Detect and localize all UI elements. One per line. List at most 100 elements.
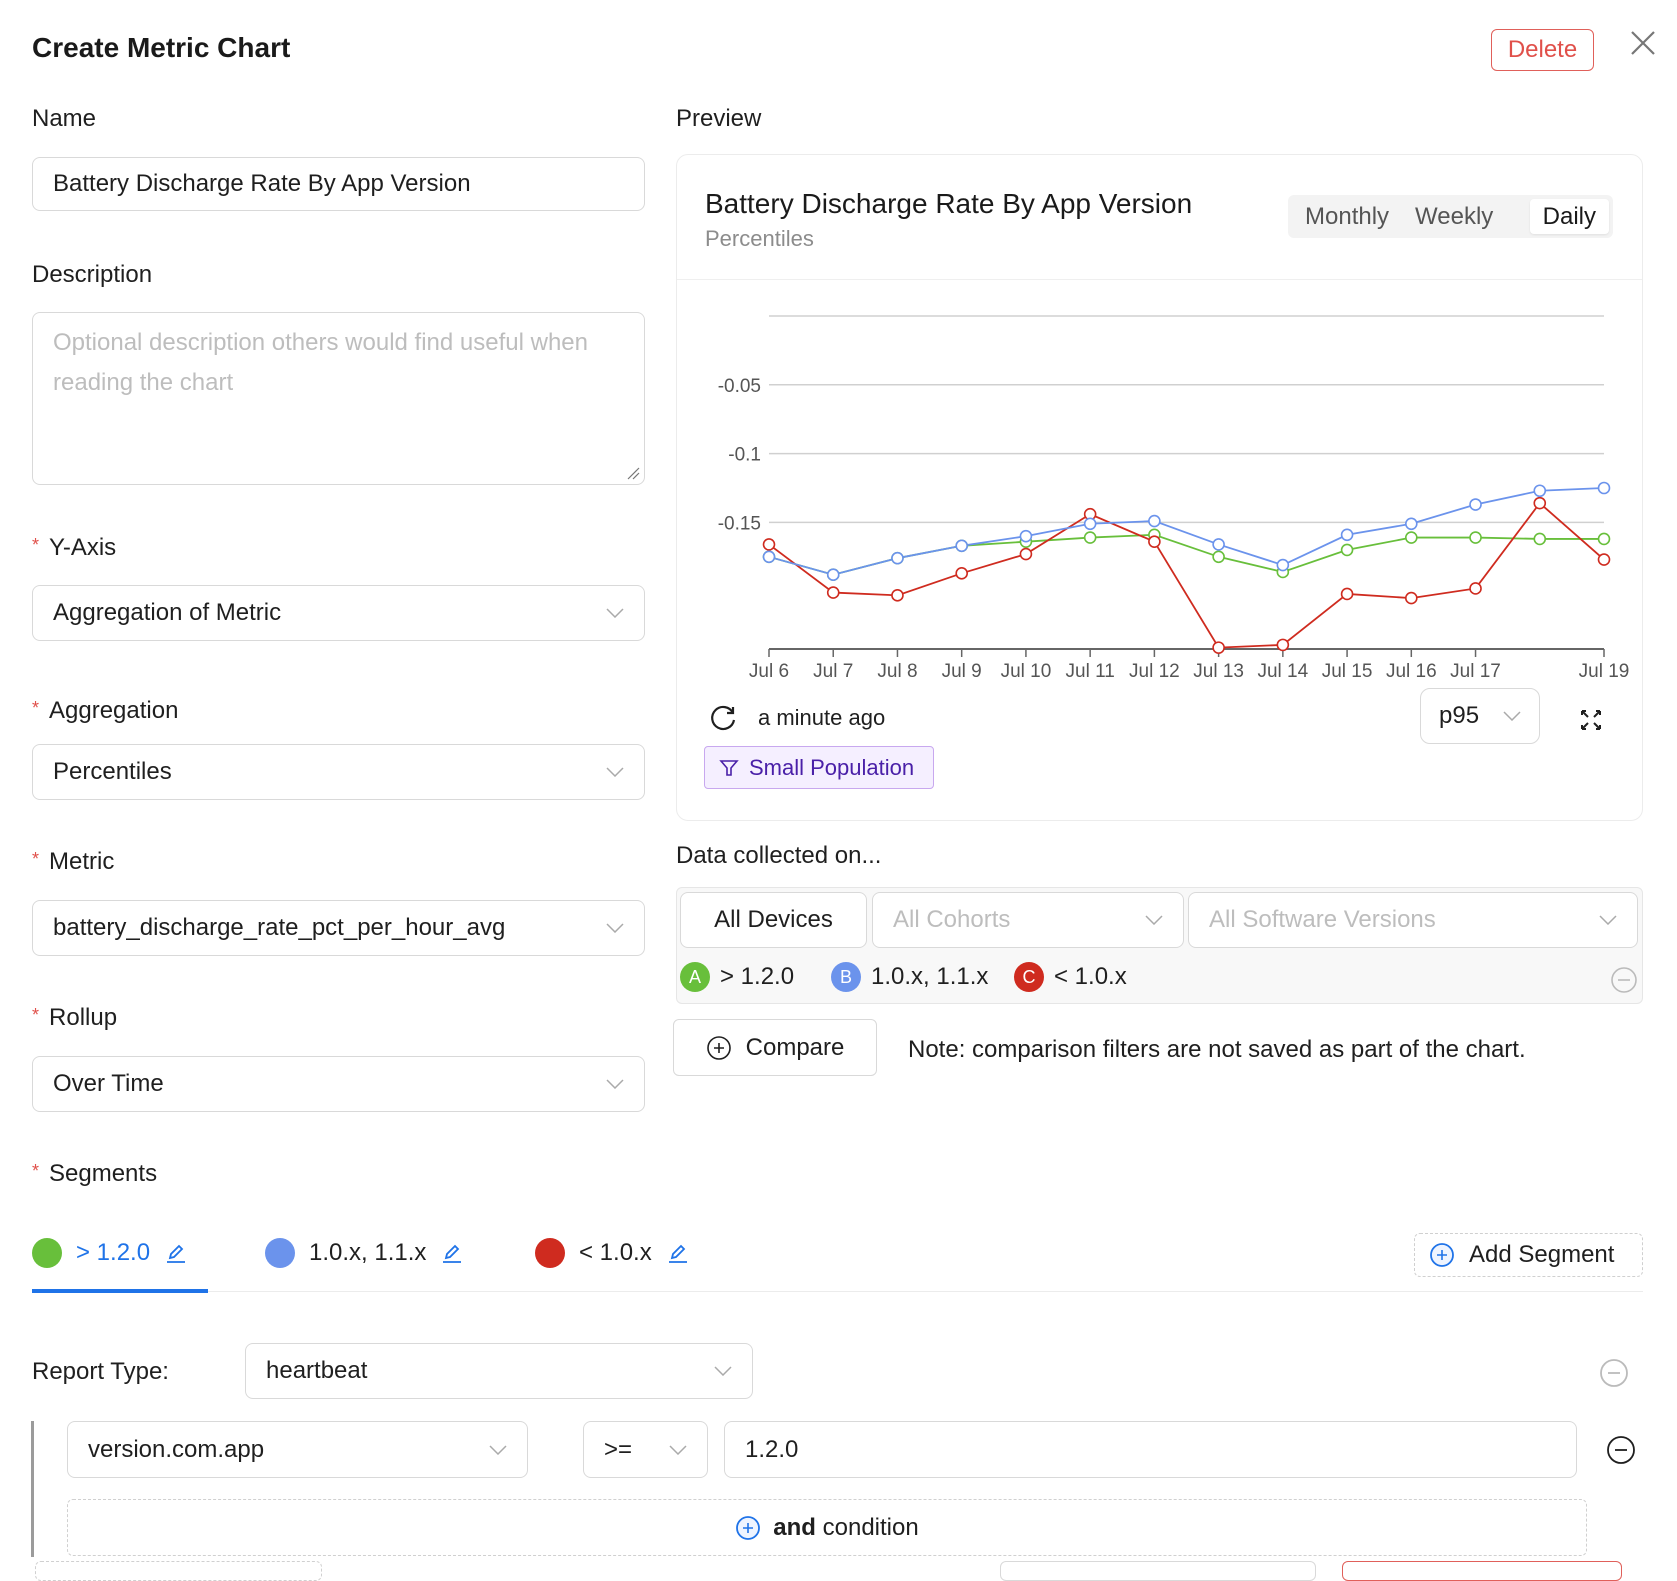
segment-tab-2[interactable]: 1.0.x, 1.1.x (265, 1236, 464, 1270)
x-tick-label: Jul 17 (1450, 661, 1501, 682)
granularity-weekly[interactable]: Weekly (1402, 199, 1506, 234)
data-point (1083, 517, 1097, 531)
clipped-button-left[interactable] (35, 1561, 322, 1581)
chevron-down-icon (606, 767, 624, 777)
granularity-daily[interactable]: Daily (1529, 199, 1609, 234)
data-point (1148, 514, 1161, 528)
data-collected-label: Data collected on... (676, 842, 882, 869)
line-chart: -0.05 -0.1 -0.15 Jul 6 Jul 7 Jul 8 Jul 9 Jul 10… (718, 315, 1629, 682)
delete-button[interactable]: Delete (1491, 29, 1594, 71)
all-devices-button[interactable]: All Devices (680, 892, 867, 948)
add-segment-button[interactable]: Add Segment (1414, 1233, 1643, 1277)
refresh-button[interactable] (708, 702, 740, 734)
rollup-select[interactable]: Over Time (32, 1056, 645, 1112)
data-point (762, 538, 776, 551)
data-point (891, 551, 904, 565)
chevron-down-icon (606, 608, 624, 618)
segment-color-dot (32, 1238, 62, 1268)
close-button[interactable] (1628, 28, 1658, 58)
granularity-toggle: Monthly Weekly Daily (1288, 195, 1613, 238)
required-marker: * (32, 1005, 40, 1025)
data-point (1469, 498, 1482, 511)
data-point (1212, 550, 1225, 564)
remove-filter-icon[interactable] (1610, 966, 1638, 994)
data-point (1340, 587, 1354, 601)
legend-badge: A (680, 962, 710, 992)
chevron-down-icon (1503, 711, 1521, 721)
plus-circle-icon (736, 1515, 761, 1540)
report-type-select[interactable]: heartbeat (245, 1343, 753, 1399)
data-point (1405, 591, 1418, 605)
data-point (891, 589, 904, 602)
remove-condition-icon[interactable] (1606, 1435, 1636, 1465)
data-point (1212, 641, 1225, 654)
edit-icon[interactable] (164, 1241, 188, 1265)
chart-header-divider (677, 279, 1642, 280)
metric-select[interactable]: battery_discharge_rate_pct_per_hour_avg (32, 900, 645, 956)
aggregation-label: * Aggregation (32, 697, 179, 724)
data-point (1597, 553, 1611, 566)
segments-label: * Segments (32, 1160, 158, 1187)
expand-button[interactable] (1576, 705, 1606, 735)
aggregation-select[interactable]: Percentiles (32, 744, 645, 800)
close-icon (1631, 31, 1655, 55)
data-point (1469, 531, 1482, 544)
legend-badge: C (1014, 962, 1044, 992)
x-tick-label: Jul 14 (1257, 661, 1308, 682)
data-point (1597, 532, 1611, 546)
segment-color-dot (265, 1238, 295, 1268)
x-tick-label: Jul 16 (1386, 661, 1437, 682)
and-condition-button[interactable]: and condition (67, 1499, 1587, 1556)
condition-operator-select[interactable]: >= (583, 1421, 708, 1478)
and-condition-bold: and (773, 1513, 816, 1541)
required-marker: * (32, 535, 40, 555)
condition-field-value: version.com.app (88, 1435, 265, 1463)
condition-value-input[interactable]: 1.2.0 (724, 1421, 1577, 1478)
resize-handle-icon[interactable] (626, 466, 640, 480)
software-versions-select[interactable]: All Software Versions (1188, 892, 1638, 948)
description-placeholder: Optional description others would find u… (53, 329, 588, 396)
data-point (826, 586, 840, 599)
y-axis-label: * Y-Axis (32, 534, 117, 561)
report-type-value: heartbeat (266, 1357, 368, 1384)
legend-item-b: B 1.0.x, 1.1.x (831, 960, 988, 994)
data-point (1533, 532, 1547, 546)
legend-item-a: A > 1.2.0 (680, 960, 794, 994)
cohorts-select[interactable]: All Cohorts (872, 892, 1184, 948)
compare-note: Note: comparison filters are not saved a… (908, 1036, 1526, 1063)
granularity-monthly[interactable]: Monthly (1292, 199, 1402, 234)
remove-report-type-icon[interactable] (1599, 1358, 1629, 1388)
compare-button[interactable]: Compare (673, 1019, 877, 1076)
data-point (1276, 638, 1290, 652)
segment-tab-3[interactable]: < 1.0.x (535, 1236, 690, 1270)
description-textarea[interactable]: Optional description others would find u… (32, 312, 645, 485)
segment-tab-1[interactable]: > 1.2.0 (32, 1236, 188, 1270)
edit-icon[interactable] (440, 1241, 464, 1265)
data-point (1083, 531, 1097, 544)
legend-badge: B (831, 962, 861, 992)
segment-tab-label: < 1.0.x (579, 1239, 652, 1266)
y-axis-select[interactable]: Aggregation of Metric (32, 585, 645, 641)
condition-field-select[interactable]: version.com.app (67, 1421, 528, 1478)
clipped-button-middle[interactable] (1000, 1561, 1316, 1581)
and-condition-rest: condition (815, 1513, 919, 1541)
preview-label: Preview (676, 105, 762, 132)
filter-icon (719, 759, 739, 776)
data-point (1212, 538, 1225, 551)
x-tick-label: Jul 9 (942, 661, 982, 682)
x-tick-label: Jul 15 (1322, 661, 1373, 682)
small-population-tag[interactable]: Small Population (704, 746, 934, 789)
required-marker: * (32, 1161, 40, 1181)
edit-icon[interactable] (666, 1241, 690, 1265)
data-point (1533, 484, 1547, 498)
metric-label: * Metric (32, 848, 115, 875)
refresh-icon (711, 705, 736, 731)
data-point (1019, 529, 1033, 543)
clipped-button-right[interactable] (1342, 1561, 1622, 1581)
name-input[interactable]: Battery Discharge Rate By App Version (32, 157, 645, 211)
metric-value: battery_discharge_rate_pct_per_hour_avg (53, 914, 506, 941)
data-point (1148, 535, 1161, 548)
data-point (1597, 481, 1611, 495)
rollup-label: * Rollup (32, 1004, 118, 1031)
percentile-select[interactable]: p95 (1420, 688, 1540, 744)
